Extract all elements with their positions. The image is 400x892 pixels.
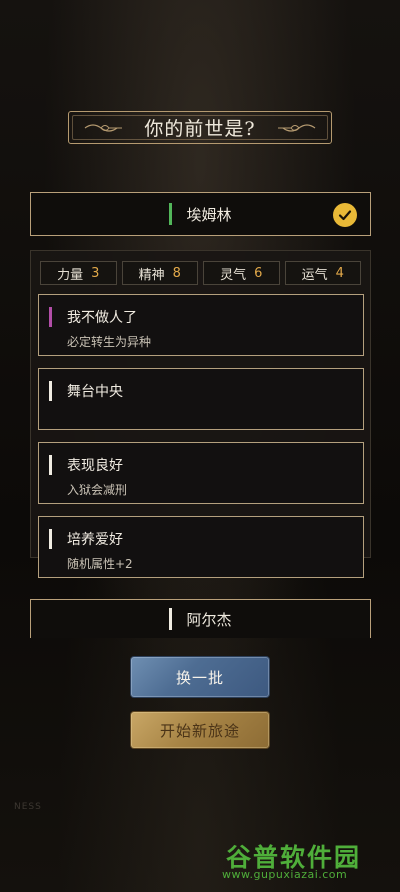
page-title: 你的前世是?: [144, 118, 256, 140]
checkmark-icon: [333, 203, 357, 227]
refresh-button[interactable]: 换一批: [131, 657, 269, 697]
talent-rarity-bar: [49, 381, 52, 401]
flourish-left-icon: [84, 124, 122, 132]
start-journey-button[interactable]: 开始新旅途: [131, 712, 269, 748]
talent-title: 表现良好: [67, 458, 123, 474]
talent-card[interactable]: 培养爱好 随机属性+2: [38, 516, 364, 578]
origin-color-bar: [169, 203, 173, 225]
stat-value: 6: [254, 265, 263, 281]
flourish-right-icon: [278, 124, 316, 132]
watermark-url: www.gupuxiazai.com: [222, 868, 348, 881]
stats-row: 力量 3 精神 8 灵气 6 运气 4: [40, 261, 361, 285]
talent-rarity-bar: [49, 529, 52, 549]
talent-card[interactable]: 我不做人了 必定转生为异种: [38, 294, 364, 356]
talent-card[interactable]: 表现良好 入狱会减刑: [38, 442, 364, 504]
stat-value: 8: [172, 265, 181, 281]
talent-title: 培养爱好: [67, 532, 123, 548]
stat-label: 力量: [57, 267, 84, 283]
talent-desc: 必定转生为异种: [67, 335, 152, 349]
origin-option-selected[interactable]: 埃姆林: [30, 192, 371, 236]
talent-rarity-bar: [49, 455, 52, 475]
stat-luck: 运气 4: [284, 261, 361, 285]
stat-value: 4: [335, 265, 344, 281]
talent-desc: 随机属性+2: [67, 557, 133, 571]
stat-spirit: 精神 8: [121, 261, 198, 285]
watermark: 谷普软件园 www.gupuxiazai.com: [222, 838, 394, 886]
origin-name: 阿尔杰: [186, 610, 232, 629]
stat-strength: 力量 3: [40, 261, 117, 285]
origin-detail-panel: 力量 3 精神 8 灵气 6 运气 4 我不做人了 必定转生为异种 舞台中央 表…: [30, 250, 371, 578]
stat-label: 灵气: [220, 267, 247, 283]
talent-rarity-bar: [49, 307, 52, 327]
background-text: NESS: [14, 802, 42, 812]
origin-color-bar: [169, 608, 173, 630]
talent-title: 舞台中央: [67, 384, 123, 400]
stat-label: 运气: [301, 267, 328, 283]
title-banner: 你的前世是?: [68, 111, 332, 144]
talent-title: 我不做人了: [67, 310, 137, 326]
talent-card[interactable]: 舞台中央: [38, 368, 364, 430]
stat-aura: 灵气 6: [203, 261, 280, 285]
stat-value: 3: [91, 265, 100, 281]
stat-label: 精神: [138, 267, 165, 283]
origin-name: 埃姆林: [186, 205, 232, 224]
origin-option[interactable]: 阿尔杰: [30, 599, 371, 638]
talent-desc: 入狱会减刑: [67, 483, 128, 497]
